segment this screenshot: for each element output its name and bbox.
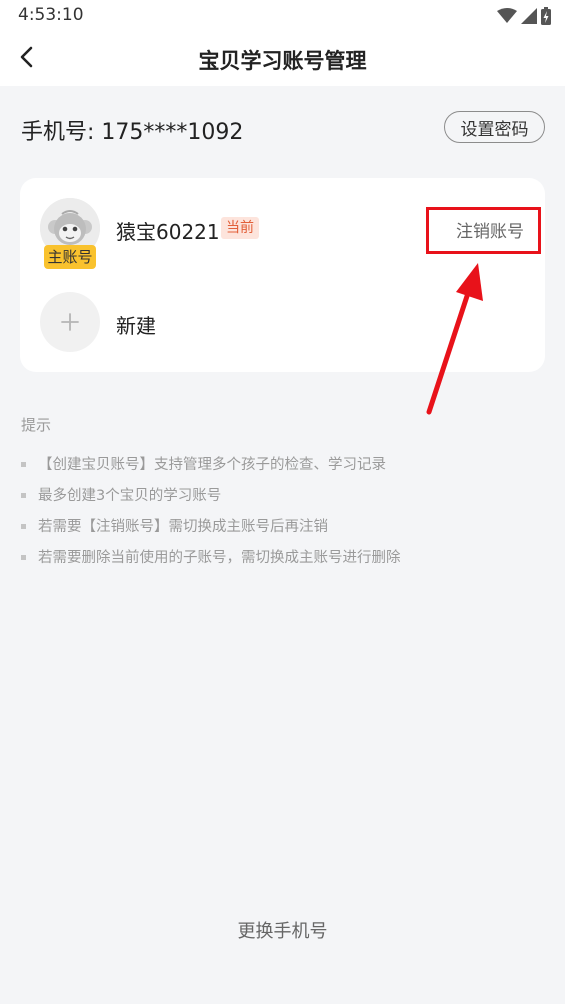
cancel-account-button[interactable]: 注销账号	[456, 217, 524, 242]
account-management-screen: 4:53:10 宝贝学习账号管理 手机号: 175****1092 设置密码 主…	[0, 0, 565, 1004]
signal-icon	[521, 8, 537, 24]
current-badge: 当前	[221, 217, 259, 239]
tips-title: 提示	[21, 416, 52, 434]
tip-bullet	[21, 555, 26, 560]
tip-text: 若需要删除当前使用的子账号，需切换成主账号进行删除	[38, 550, 401, 566]
account-card: 主账号 猿宝60221 当前 注销账号 新建	[20, 178, 545, 372]
new-account-label: 新建	[116, 314, 156, 338]
tip-item: 最多创建3个宝贝的学习账号	[21, 485, 541, 516]
tip-bullet	[21, 493, 26, 498]
page-title: 宝贝学习账号管理	[198, 49, 367, 73]
tip-bullet	[21, 524, 26, 529]
status-time: 4:53:10	[18, 5, 84, 25]
tips-list: 【创建宝贝账号】支持管理多个孩子的检查、学习记录 最多创建3个宝贝的学习账号 若…	[21, 454, 541, 578]
status-icons	[497, 6, 551, 26]
main-account-badge: 主账号	[44, 245, 96, 269]
tip-text: 最多创建3个宝贝的学习账号	[38, 488, 222, 504]
tip-bullet	[21, 462, 26, 467]
tip-item: 若需要【注销账号】需切换成主账号后再注销	[21, 516, 541, 547]
tip-text: 若需要【注销账号】需切换成主账号后再注销	[38, 519, 328, 535]
new-account-row[interactable]: 新建	[20, 288, 545, 368]
account-name: 猿宝60221	[116, 220, 220, 244]
plus-icon	[61, 313, 79, 331]
set-password-button[interactable]: 设置密码	[444, 111, 545, 143]
battery-charging-icon	[541, 7, 551, 25]
phone-number-label: 手机号: 175****1092	[21, 120, 244, 145]
wifi-icon	[497, 8, 517, 23]
nav-bar: 宝贝学习账号管理	[0, 32, 565, 86]
add-account-button[interactable]	[40, 292, 100, 352]
tip-item: 若需要删除当前使用的子账号，需切换成主账号进行删除	[21, 547, 541, 578]
account-row[interactable]: 主账号 猿宝60221 当前 注销账号	[20, 178, 545, 278]
change-phone-button[interactable]: 更换手机号	[0, 917, 565, 943]
tip-text: 【创建宝贝账号】支持管理多个孩子的检查、学习记录	[38, 457, 386, 473]
tip-item: 【创建宝贝账号】支持管理多个孩子的检查、学习记录	[21, 454, 541, 485]
status-bar: 4:53:10	[0, 0, 565, 32]
